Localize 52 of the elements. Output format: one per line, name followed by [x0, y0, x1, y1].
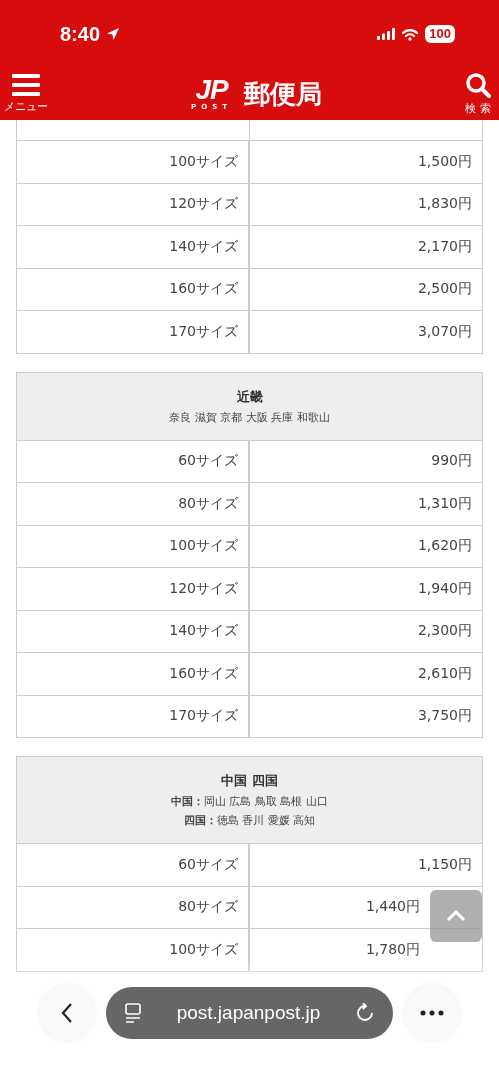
menu-button[interactable]: メニュー — [4, 74, 48, 114]
price-cell-text: 1,830円 — [416, 194, 473, 214]
region-name: 近畿 — [236, 387, 263, 406]
price-cell-text: 2,300円 — [416, 621, 473, 641]
wifi-icon — [401, 27, 420, 41]
price-cell-text: 3,070円 — [416, 321, 473, 341]
chevron-up-icon — [446, 910, 466, 922]
more-icon — [420, 1009, 444, 1016]
status-time: 8:40 — [60, 22, 101, 46]
price-cell-text: 1,440円 — [364, 897, 421, 917]
back-to-top-button[interactable] — [430, 890, 482, 942]
signal-icon — [377, 28, 396, 40]
menu-icon — [12, 74, 40, 96]
price-cell-text: 2,500円 — [416, 279, 473, 299]
size-cell: 80サイズ — [17, 886, 249, 928]
reload-icon — [355, 1002, 375, 1023]
prefecture-list: 四国：徳島 香川 愛媛 高知 — [183, 813, 316, 828]
size-cell: 140サイズ — [17, 610, 249, 652]
size-cell: 100サイズ — [17, 929, 249, 971]
price-cell-text: 1,150円 — [416, 854, 473, 874]
size-cell: 60サイズ — [17, 440, 249, 482]
size-cell: 170サイズ — [17, 311, 249, 353]
price-cell-text: 2,610円 — [416, 663, 473, 683]
price-cell-text: 1,620円 — [416, 536, 473, 556]
size-cell: 140サイズ — [17, 226, 249, 268]
battery-indicator: 100 — [425, 25, 455, 43]
size-cell: 160サイズ — [17, 653, 249, 695]
prefecture-list: 中国：岡山 広島 鳥取 島根 山口 — [171, 794, 328, 809]
price-cell-text: 1,500円 — [416, 151, 473, 171]
price-cell-text: 1,310円 — [416, 493, 473, 513]
prefecture-list: 奈良 滋賀 京都 大阪 兵庫 和歌山 — [169, 409, 330, 425]
region-name: 中国 四国 — [221, 772, 278, 790]
price-cell-text: 1,780円 — [364, 939, 421, 959]
size-cell: 100サイズ — [17, 141, 249, 183]
page-icon — [124, 1002, 142, 1023]
location-arrow-icon — [106, 27, 121, 41]
size-cell: 120サイズ — [17, 568, 249, 610]
size-cell: 80サイズ — [17, 483, 249, 525]
size-cell: 100サイズ — [17, 525, 249, 567]
search-button[interactable]: 検 索 — [465, 72, 491, 116]
price-cell-text: 1,940円 — [416, 578, 473, 598]
size-cell: 60サイズ — [17, 844, 249, 886]
search-icon — [465, 72, 491, 98]
price-cell-text: 990円 — [430, 451, 473, 471]
price-cell-text: 3,750円 — [416, 706, 473, 726]
size-cell: 120サイズ — [17, 183, 249, 225]
site-title: 郵便局 — [243, 77, 322, 111]
address-bar[interactable]: post.japanpost.jp — [106, 986, 393, 1039]
size-cell: 170サイズ — [17, 695, 249, 737]
back-icon — [61, 1001, 73, 1024]
price-cell-text: 2,170円 — [416, 236, 473, 256]
size-cell: 160サイズ — [17, 268, 249, 310]
